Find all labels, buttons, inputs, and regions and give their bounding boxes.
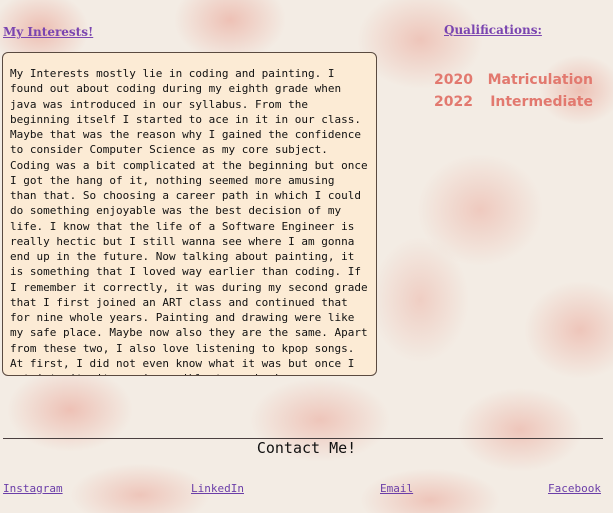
facebook-link[interactable]: Facebook: [548, 482, 601, 495]
linkedin-link[interactable]: LinkedIn: [191, 482, 244, 495]
qualifications-link[interactable]: Qualifications:: [444, 23, 542, 37]
qualification-year: 2022: [434, 94, 473, 110]
instagram-link[interactable]: Instagram: [3, 482, 63, 495]
qualification-name: Matriculation: [487, 72, 593, 88]
my-interests-link[interactable]: My Interests!: [3, 25, 93, 39]
interests-text-box: My Interests mostly lie in coding and pa…: [2, 52, 377, 376]
contact-title: Contact Me!: [256, 439, 357, 457]
qualification-year: 2020: [434, 72, 473, 88]
email-link[interactable]: Email: [380, 482, 413, 495]
qualification-name: Intermediate: [490, 94, 593, 110]
